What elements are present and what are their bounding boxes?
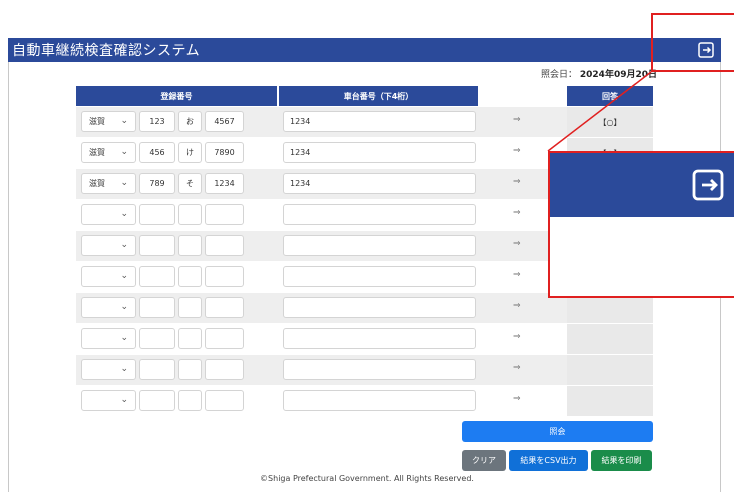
- class-number-input[interactable]: [139, 266, 175, 287]
- print-button[interactable]: 結果を印刷: [591, 450, 652, 471]
- inquiry-button[interactable]: 照会: [462, 421, 653, 442]
- serial-number-input[interactable]: [205, 390, 244, 411]
- kana-input[interactable]: [178, 390, 202, 411]
- prefecture-select[interactable]: ⌄: [81, 390, 136, 411]
- class-number-input[interactable]: [139, 297, 175, 318]
- prefecture-select[interactable]: ⌄: [81, 328, 136, 349]
- inquiry-date: 照会日： 2024年09月20日: [541, 67, 657, 80]
- class-number-input[interactable]: 123: [139, 111, 175, 132]
- class-number-input[interactable]: [139, 359, 175, 380]
- serial-number-input[interactable]: 1234: [205, 173, 244, 194]
- arrow-icon: ⇒: [513, 363, 521, 373]
- car-number-input[interactable]: 1234: [283, 173, 476, 194]
- answer-cell: [567, 324, 653, 354]
- kana-input[interactable]: [178, 328, 202, 349]
- header-answer: 回答: [567, 86, 653, 106]
- csv-export-button[interactable]: 結果をCSV出力: [509, 450, 588, 471]
- app-title: 自動車継続検査確認システム: [12, 43, 201, 59]
- chevron-down-icon: ⌄: [120, 333, 128, 343]
- prefecture-select[interactable]: ⌄: [81, 297, 136, 318]
- serial-number-input[interactable]: [205, 204, 244, 225]
- chevron-down-icon: ⌄: [120, 271, 128, 281]
- kana-input[interactable]: [178, 359, 202, 380]
- chevron-down-icon: ⌄: [120, 302, 128, 312]
- arrow-icon: ⇒: [513, 332, 521, 342]
- serial-number-input[interactable]: [205, 359, 244, 380]
- kana-input[interactable]: [178, 235, 202, 256]
- arrow-icon: ⇒: [513, 394, 521, 404]
- class-number-input[interactable]: [139, 235, 175, 256]
- serial-number-input[interactable]: [205, 266, 244, 287]
- chevron-down-icon: ⌄: [120, 116, 128, 126]
- arrow-icon: ⇒: [513, 177, 521, 187]
- class-number-input[interactable]: [139, 204, 175, 225]
- prefecture-select[interactable]: ⌄: [81, 235, 136, 256]
- serial-number-input[interactable]: [205, 297, 244, 318]
- car-number-input[interactable]: 1234: [283, 142, 476, 163]
- chevron-down-icon: ⌄: [120, 209, 128, 219]
- chevron-down-icon: ⌄: [120, 364, 128, 374]
- class-number-input[interactable]: 789: [139, 173, 175, 194]
- car-number-input[interactable]: 1234: [283, 111, 476, 132]
- prefecture-value: 滋賀: [89, 117, 105, 126]
- table-row: ⌄ ⇒: [76, 355, 653, 385]
- prefecture-value: 滋賀: [89, 179, 105, 188]
- callout-highlight: [651, 13, 734, 72]
- arrow-icon: ⇒: [513, 270, 521, 280]
- serial-number-input[interactable]: [205, 235, 244, 256]
- car-number-input[interactable]: [283, 266, 476, 287]
- arrow-icon: ⇒: [513, 208, 521, 218]
- class-number-input[interactable]: 456: [139, 142, 175, 163]
- chevron-down-icon: ⌄: [120, 395, 128, 405]
- app-header: 自動車継続検査確認システム: [8, 38, 721, 62]
- arrow-icon: ⇒: [513, 239, 521, 249]
- car-number-input[interactable]: [283, 204, 476, 225]
- kana-input[interactable]: [178, 204, 202, 225]
- class-number-input[interactable]: [139, 390, 175, 411]
- footer-copyright: ©Shiga Prefectural Government. All Right…: [260, 474, 474, 483]
- kana-input[interactable]: け: [178, 142, 202, 163]
- clear-button[interactable]: クリア: [462, 450, 506, 471]
- serial-number-input[interactable]: 4567: [205, 111, 244, 132]
- prefecture-select[interactable]: ⌄: [81, 204, 136, 225]
- serial-number-input[interactable]: [205, 328, 244, 349]
- arrow-icon: ⇒: [513, 115, 521, 125]
- table-row: ⌄ ⇒: [76, 324, 653, 354]
- logout-icon-zoomed: [692, 169, 724, 201]
- header-car-number: 車台番号（下4桁）: [279, 86, 478, 106]
- prefecture-select[interactable]: ⌄: [81, 359, 136, 380]
- prefecture-value: 滋賀: [89, 148, 105, 157]
- answer-cell: 【○】: [567, 107, 653, 137]
- chevron-down-icon: ⌄: [120, 147, 128, 157]
- answer-cell: [567, 355, 653, 385]
- prefecture-select[interactable]: ⌄: [81, 266, 136, 287]
- kana-input[interactable]: [178, 297, 202, 318]
- serial-number-input[interactable]: 7890: [205, 142, 244, 163]
- arrow-icon: ⇒: [513, 301, 521, 311]
- car-number-input[interactable]: [283, 390, 476, 411]
- prefecture-select[interactable]: 滋賀 ⌄: [81, 173, 136, 194]
- inquiry-date-value: 2024年09月20日: [579, 70, 657, 80]
- car-number-input[interactable]: [283, 359, 476, 380]
- table-row: 滋賀 ⌄ 123 お 4567 1234 ⇒ 【○】: [76, 107, 653, 137]
- prefecture-select[interactable]: 滋賀 ⌄: [81, 142, 136, 163]
- car-number-input[interactable]: [283, 297, 476, 318]
- kana-input[interactable]: そ: [178, 173, 202, 194]
- callout-zoom: [548, 151, 734, 298]
- class-number-input[interactable]: [139, 328, 175, 349]
- header-registration: 登録番号: [76, 86, 277, 106]
- arrow-icon: ⇒: [513, 146, 521, 156]
- car-number-input[interactable]: [283, 235, 476, 256]
- kana-input[interactable]: [178, 266, 202, 287]
- chevron-down-icon: ⌄: [120, 178, 128, 188]
- prefecture-select[interactable]: 滋賀 ⌄: [81, 111, 136, 132]
- answer-cell: [567, 386, 653, 416]
- chevron-down-icon: ⌄: [120, 240, 128, 250]
- inquiry-date-label: 照会日：: [541, 70, 578, 80]
- kana-input[interactable]: お: [178, 111, 202, 132]
- car-number-input[interactable]: [283, 328, 476, 349]
- table-row: ⌄ ⇒: [76, 386, 653, 416]
